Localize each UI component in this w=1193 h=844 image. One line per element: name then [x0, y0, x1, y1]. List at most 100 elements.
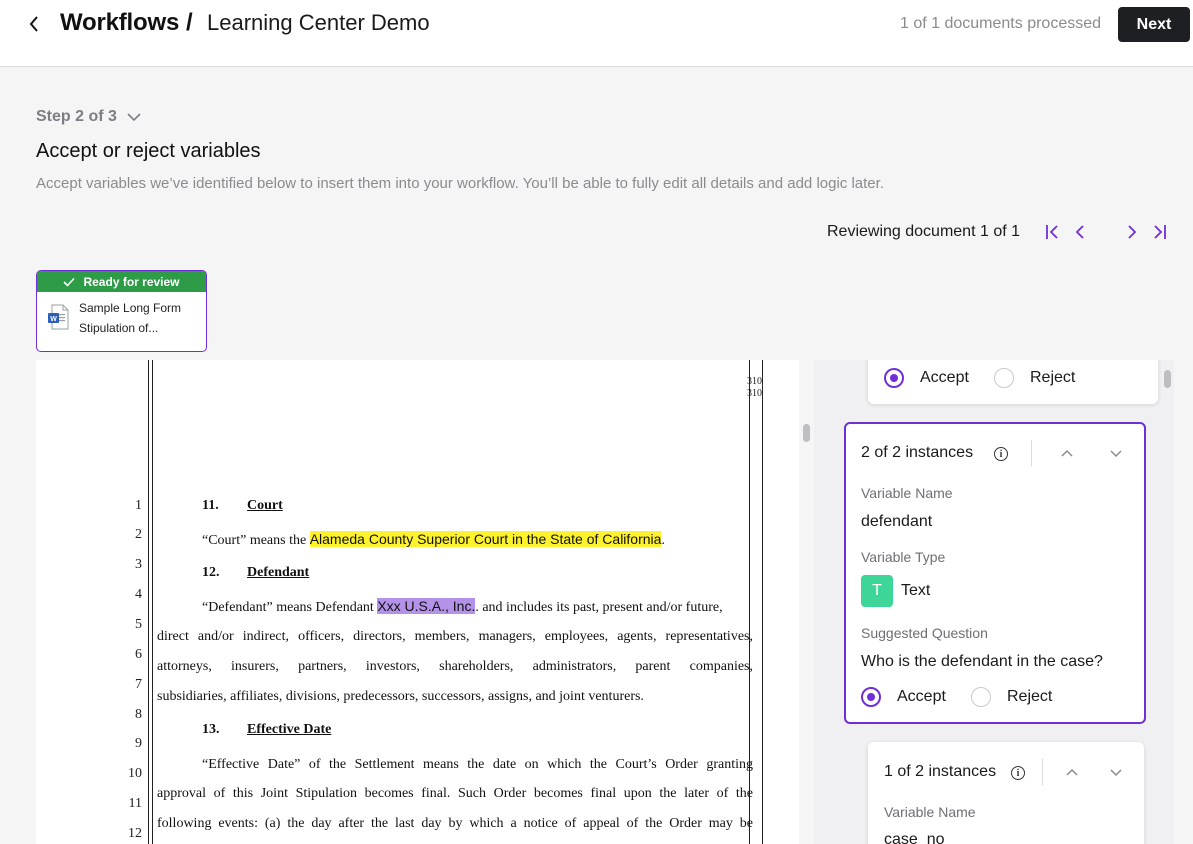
line-number: 6	[135, 647, 142, 662]
section-number: 11.	[202, 498, 219, 513]
chevron-up-icon[interactable]	[1060, 446, 1074, 460]
line-number: 7	[135, 677, 142, 692]
ready-status-label: Ready for review	[83, 274, 180, 289]
accept-radio[interactable]	[861, 687, 881, 707]
doc-text: “Court” means the	[202, 533, 310, 548]
variable-name-value[interactable]: case_no	[884, 831, 945, 844]
chevron-up-icon[interactable]	[1065, 765, 1079, 779]
doc-line-7: subsidiaries, affiliates, divisions, pre…	[157, 689, 644, 704]
chevron-down-icon[interactable]	[1109, 446, 1123, 460]
document-name-line1: Sample Long Form	[79, 301, 182, 315]
suggested-question-label: Suggested Question	[861, 625, 988, 641]
last-page-button[interactable]	[1150, 222, 1170, 242]
reject-label: Reject	[1030, 369, 1076, 386]
step-label: Step 2 of 3	[36, 108, 117, 125]
variable-name-value[interactable]: defendant	[861, 513, 932, 531]
first-page-button[interactable]	[1042, 222, 1062, 242]
accept-option[interactable]: Accept	[861, 687, 946, 707]
next-page-button[interactable]	[1122, 222, 1142, 242]
prev-page-button[interactable]	[1070, 222, 1090, 242]
doc-line-2: “Court” means the Alameda County Superio…	[202, 531, 665, 549]
margin-line	[152, 360, 153, 844]
doc-line-10: “Effective Date” of the Settlement means…	[202, 757, 753, 772]
section-heading-defendant: 12. Defendant	[202, 565, 309, 581]
variable-type-value[interactable]: Text	[901, 582, 930, 600]
breadcrumb-current: Learning Center Demo	[207, 10, 430, 35]
margin-line	[762, 360, 763, 844]
next-button[interactable]: Next	[1118, 7, 1190, 42]
document-card[interactable]: Ready for review W Sample Long Form Stip…	[36, 270, 207, 352]
page-title: Accept or reject variables	[36, 140, 261, 162]
divider	[1042, 759, 1043, 785]
last-page-icon	[1154, 225, 1166, 239]
line-number: 3	[135, 557, 142, 572]
accept-option[interactable]: Accept	[884, 368, 969, 388]
line-number: 5	[135, 617, 142, 632]
reject-option[interactable]: Reject	[994, 368, 1075, 388]
margin-line	[148, 360, 149, 844]
accept-label: Accept	[897, 688, 946, 705]
doc-line-12: following events: (a) the day after the …	[157, 816, 753, 831]
section-heading-effective-date: 13. Effective Date	[202, 722, 331, 738]
reject-option[interactable]: Reject	[971, 687, 1052, 707]
svg-text:W: W	[50, 316, 57, 323]
divider	[1031, 440, 1032, 466]
doc-line-5: direct and/or indirect, officers, direct…	[157, 629, 753, 644]
review-status: Reviewing document 1 of 1	[827, 223, 1020, 240]
first-page-icon	[1046, 225, 1058, 239]
chevron-down-icon	[127, 113, 141, 122]
reject-radio[interactable]	[994, 368, 1014, 388]
panel-scrollbar[interactable]	[1164, 370, 1171, 388]
line-number: 10	[128, 766, 142, 781]
chevron-left-icon	[29, 16, 38, 32]
doc-text: . and includes its past, present and/or …	[475, 600, 723, 615]
variables-panel: Accept Reject 2 of 2 instances i Variabl…	[814, 360, 1174, 844]
variable-card-defendant[interactable]: 2 of 2 instances i Variable Name defenda…	[844, 422, 1146, 724]
reject-label: Reject	[1007, 688, 1053, 705]
suggested-question-value[interactable]: Who is the defendant in the case?	[861, 653, 1103, 671]
doc-line-11: approval of this Joint Stipulation becom…	[157, 786, 753, 801]
section-title: Effective Date	[247, 722, 332, 737]
accept-radio[interactable]	[884, 368, 904, 388]
info-icon[interactable]: i	[994, 447, 1008, 461]
chevron-down-icon[interactable]	[1109, 765, 1123, 779]
section-heading-court: 11. Court	[202, 498, 283, 514]
document-name-line2: Stipulation of...	[79, 321, 159, 335]
doc-text: “Defendant” means Defendant	[202, 600, 378, 615]
accept-label: Accept	[920, 369, 969, 386]
document-scrollbar[interactable]	[803, 424, 810, 442]
section-title: Court	[247, 498, 283, 513]
variable-card-case-no[interactable]: 1 of 2 instances i Variable Name case_no	[868, 742, 1144, 844]
line-number: 2	[135, 527, 142, 542]
info-icon[interactable]: i	[1011, 766, 1025, 780]
doc-line-6: attorneys, insurers, partners, investors…	[157, 659, 753, 674]
highlight-court-variable[interactable]: Alameda County Superior Court in the Sta…	[309, 531, 662, 547]
processed-status: 1 of 1 documents processed	[900, 15, 1102, 32]
line-number: 1	[135, 498, 142, 513]
line-number: 11	[128, 796, 142, 811]
section-number: 12.	[202, 565, 220, 580]
next-page-icon	[1128, 225, 1137, 239]
reject-radio[interactable]	[971, 687, 991, 707]
word-doc-icon: W	[48, 304, 69, 330]
variable-name-label: Variable Name	[884, 804, 976, 820]
line-number: 4	[135, 587, 142, 602]
doc-text: .	[661, 533, 665, 548]
page-mark: 310	[747, 388, 762, 399]
line-number: 12	[128, 826, 142, 841]
document-viewer[interactable]: 310 310 1 2 3 4 5 6 7 8 9 10 11 12 11. Co…	[36, 360, 799, 844]
prev-page-icon	[1075, 225, 1084, 239]
breadcrumb-workflows[interactable]: Workflows	[60, 9, 179, 37]
top-bar: Workflows / Learning Center Demo 1 of 1 …	[0, 0, 1193, 67]
text-type-icon: T	[861, 575, 893, 607]
ready-status-bar: Ready for review	[37, 271, 206, 292]
highlight-defendant-variable[interactable]: Xxx U.S.A., Inc.	[377, 598, 476, 614]
section-title: Defendant	[247, 565, 310, 580]
step-selector[interactable]: Step 2 of 3	[36, 108, 141, 126]
back-button[interactable]	[24, 12, 44, 36]
doc-line-4: “Defendant” means Defendant Xxx U.S.A., …	[202, 598, 723, 616]
variable-name-label: Variable Name	[861, 485, 953, 501]
line-number: 8	[135, 707, 142, 722]
variable-type-label: Variable Type	[861, 549, 946, 565]
variable-card: Accept Reject	[868, 360, 1158, 404]
